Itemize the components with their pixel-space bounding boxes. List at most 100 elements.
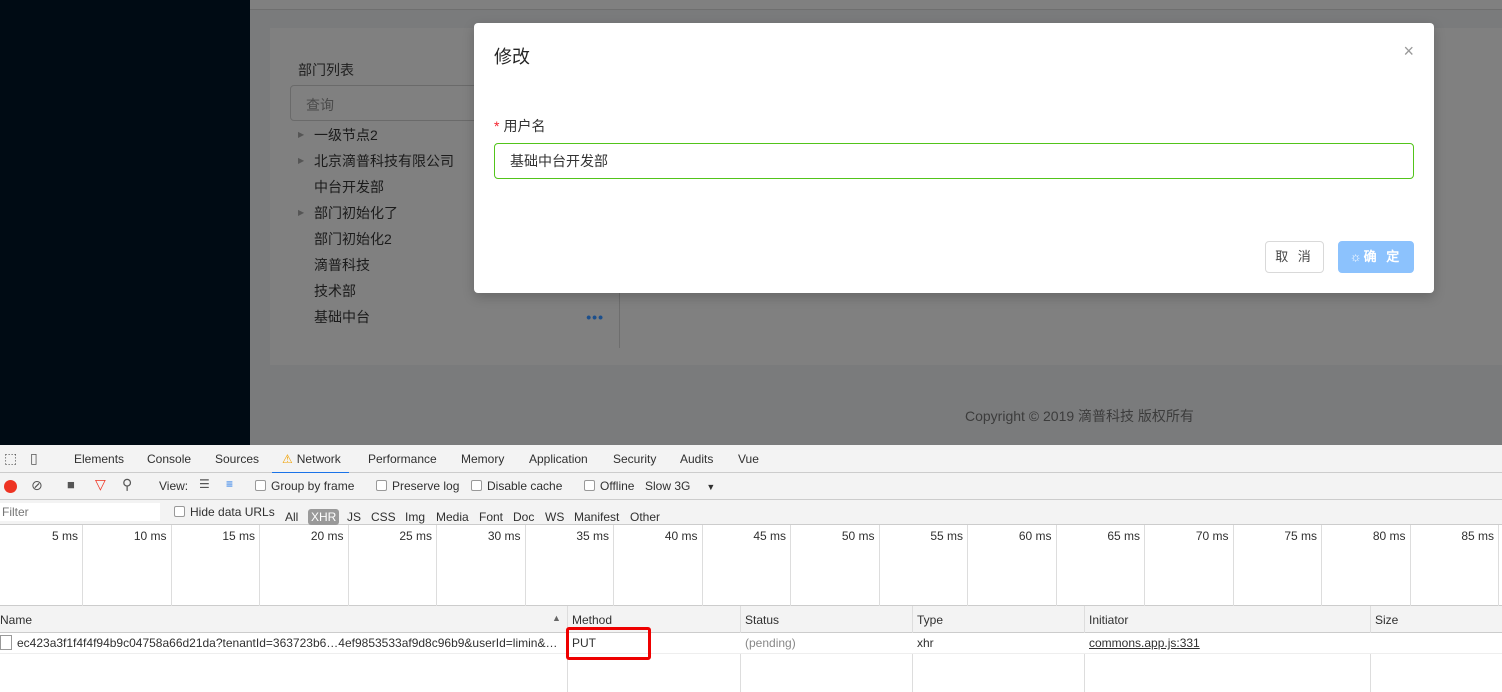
timeline-tick: 15 ms (172, 525, 260, 606)
devtools-panel: ⬚ ▯ Elements Console Sources ⚠ Network Perfor… (0, 445, 1502, 692)
device-toggle-icon[interactable]: ▯ (30, 450, 38, 467)
filter-type-css[interactable]: CSS (371, 510, 396, 524)
caret-right-icon[interactable]: ▶ (298, 200, 304, 226)
tab-sources[interactable]: Sources (215, 452, 259, 466)
filter-type-doc[interactable]: Doc (513, 510, 534, 524)
document-icon (0, 635, 12, 650)
col-name[interactable]: Name (0, 613, 32, 627)
timeline-tick: 65 ms (1057, 525, 1145, 606)
tree-node-label: 部门初始化2 (314, 231, 392, 247)
edit-modal: 修改 × *用户名 取 消 ☼确 定 (474, 23, 1434, 293)
sort-asc-icon[interactable]: ▲ (552, 613, 561, 623)
tab-application[interactable]: Application (529, 452, 588, 466)
divider (619, 288, 620, 348)
tree-search-input[interactable]: 查询 (290, 85, 490, 121)
col-status[interactable]: Status (745, 613, 779, 627)
filter-type-font[interactable]: Font (479, 510, 503, 524)
search-icon[interactable]: ⚲ (122, 476, 132, 493)
confirm-button[interactable]: ☼ 确 定 (1338, 241, 1414, 273)
filter-type-img[interactable]: Img (405, 510, 425, 524)
timeline-tick: 55 ms (880, 525, 968, 606)
col-size[interactable]: Size (1375, 613, 1398, 627)
col-type[interactable]: Type (917, 613, 943, 627)
timeline-tick: 50 ms (792, 525, 880, 606)
filter-type-ws[interactable]: WS (545, 510, 564, 524)
cancel-button[interactable]: 取 消 (1265, 241, 1324, 273)
tab-elements[interactable]: Elements (74, 452, 124, 466)
tab-memory[interactable]: Memory (461, 452, 504, 466)
inspect-icon[interactable]: ⬚ (4, 450, 17, 467)
more-icon[interactable]: ••• (586, 304, 604, 330)
timeline-tick: 45 ms (703, 525, 791, 606)
highlight-box (566, 627, 651, 660)
tab-security[interactable]: Security (613, 452, 656, 466)
caret-right-icon[interactable]: ▶ (298, 148, 304, 174)
timeline-tick: 25 ms (349, 525, 437, 606)
filter-input[interactable] (0, 503, 160, 521)
group-by-frame-checkbox[interactable]: Group by frame (255, 479, 354, 493)
preserve-log-checkbox[interactable]: Preserve log (376, 479, 459, 493)
filter-type-manifest[interactable]: Manifest (574, 510, 619, 524)
request-initiator-link[interactable]: commons.app.js:331 (1089, 636, 1200, 650)
timeline-tick: 70 ms (1146, 525, 1234, 606)
timeline-tick: 10 ms (84, 525, 172, 606)
timeline-tick: 60 ms (969, 525, 1057, 606)
required-mark: * (494, 118, 500, 134)
tree-node[interactable]: 基础中台 ••• (298, 304, 608, 330)
clear-icon[interactable]: ⊘ (31, 477, 43, 494)
request-name[interactable]: ec423a3f1f4f4f94b9c04758a66d21da?tenantI… (17, 636, 557, 650)
timeline-tick: 30 ms (438, 525, 526, 606)
header (250, 0, 1502, 10)
timeline-tick: 75 ms (1234, 525, 1322, 606)
list-view-icon[interactable]: ☰ (199, 477, 210, 491)
tree-node-label: 技术部 (314, 283, 356, 299)
label-text: 用户名 (503, 118, 546, 134)
request-status: (pending) (745, 636, 796, 650)
waterfall-view-icon[interactable]: ≡ (226, 477, 233, 491)
timeline-tick: 20 ms (261, 525, 349, 606)
camera-icon[interactable]: ■ (67, 477, 75, 492)
col-method[interactable]: Method (572, 613, 612, 627)
dropdown-icon: ▼ (706, 482, 716, 492)
request-row[interactable]: ec423a3f1f4f4f94b9c04758a66d21da?tenantI… (0, 633, 1502, 654)
devtools-tabs: ⬚ ▯ Elements Console Sources ⚠ Network Perfor… (0, 445, 1502, 474)
filter-type-all[interactable]: All (285, 510, 298, 524)
username-input[interactable] (494, 143, 1414, 179)
tree-node-label: 基础中台 (314, 309, 370, 325)
timeline-tick: 35 ms (526, 525, 614, 606)
filter-type-media[interactable]: Media (436, 510, 469, 524)
filter-icon[interactable]: ▽ (95, 476, 106, 493)
tab-vue[interactable]: Vue (738, 452, 759, 466)
throttle-select[interactable]: Slow 3G ▼ (645, 479, 715, 493)
caret-right-icon[interactable]: ▶ (298, 122, 304, 148)
warning-icon: ⚠ (282, 452, 293, 466)
timeline-tick: 80 ms (1323, 525, 1411, 606)
view-label: View: (159, 479, 189, 493)
col-initiator[interactable]: Initiator (1089, 613, 1128, 627)
timeline-tick: 5 ms (0, 525, 83, 606)
copyright: Copyright © 2019 滴普科技 版权所有 (965, 408, 1194, 424)
record-icon[interactable] (4, 480, 17, 493)
network-toolbar: ⊘ ■ ▽ ⚲ View: ☰ ≡ Group by frame Preserv… (0, 473, 1502, 500)
modal-title: 修改 (494, 47, 530, 67)
close-icon[interactable]: × (1403, 41, 1414, 62)
tree-node-label: 一级节点2 (314, 127, 378, 143)
hide-data-urls-checkbox[interactable]: Hide data URLs (174, 505, 275, 519)
offline-checkbox[interactable]: Offline (584, 479, 634, 493)
sidebar (0, 0, 250, 445)
filter-type-js[interactable]: JS (347, 510, 361, 524)
tab-performance[interactable]: Performance (368, 452, 437, 466)
requests-header: Name ▲ Method Status Type Initiator Size (0, 606, 1502, 633)
tree-node-label: 部门初始化了 (314, 205, 398, 221)
disable-cache-checkbox[interactable]: Disable cache (471, 479, 562, 493)
tree-node-label: 北京滴普科技有限公司 (314, 153, 454, 169)
tab-console[interactable]: Console (147, 452, 191, 466)
timeline-tick: 85 ms (1411, 525, 1499, 606)
tab-network[interactable]: ⚠ Network (272, 452, 349, 474)
timeline-tick: 40 ms (615, 525, 703, 606)
timeline-overview[interactable]: 5 ms 10 ms 15 ms 20 ms 25 ms 30 ms 35 ms 40 ms 4… (0, 525, 1502, 606)
filter-type-xhr[interactable]: XHR (308, 509, 340, 525)
filter-type-other[interactable]: Other (630, 510, 660, 524)
tab-audits[interactable]: Audits (680, 452, 713, 466)
username-label: * 用户名 (494, 116, 545, 136)
